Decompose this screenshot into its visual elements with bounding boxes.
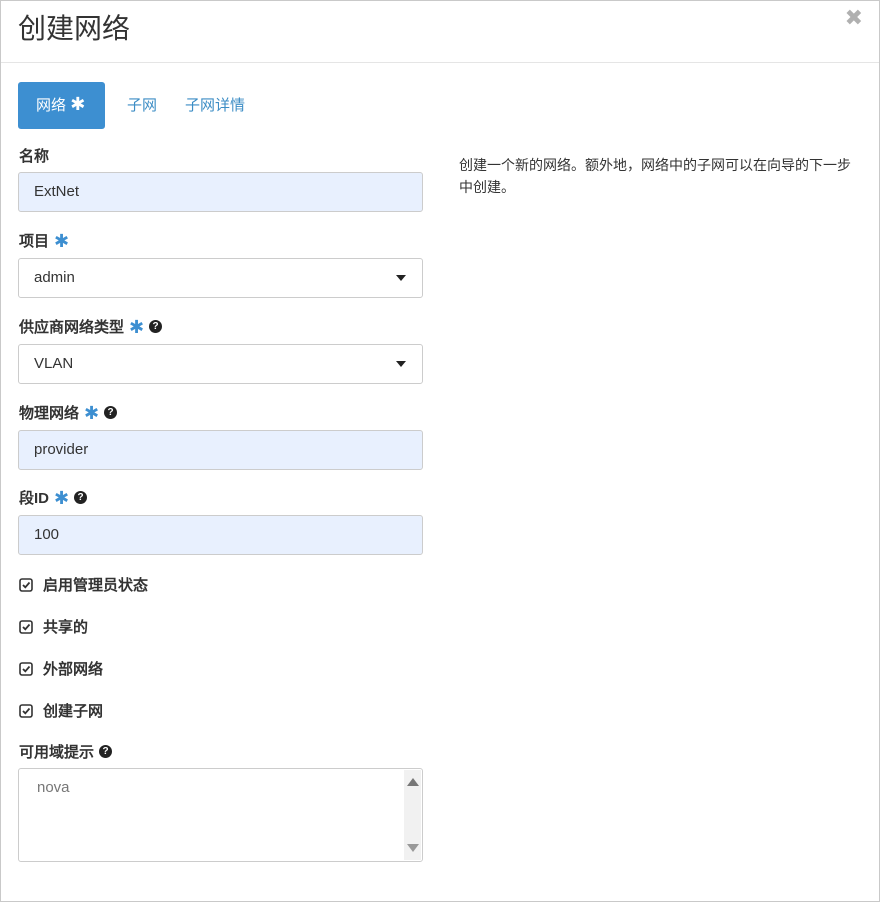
dialog-title: 创建网络	[18, 13, 131, 44]
segment-id-label-text: 段ID	[19, 490, 50, 507]
help-icon[interactable]: ?	[104, 406, 118, 419]
project-select[interactable]: admin	[18, 258, 423, 298]
physical-network-label: 物理网络 ✱ ?	[19, 402, 118, 423]
project-select-value: admin	[34, 269, 75, 286]
create-subnet-checkbox[interactable]: 创建子网	[19, 700, 103, 721]
help-icon[interactable]: ?	[149, 320, 163, 333]
dialog-header: 创建网络 ✖	[1, 1, 879, 63]
external-network-label: 外部网络	[43, 661, 104, 678]
checked-checkbox-icon	[19, 661, 33, 676]
scrollbar[interactable]	[404, 770, 421, 860]
name-label: 名称	[19, 145, 49, 166]
provider-type-select-value: VLAN	[34, 355, 74, 372]
provider-type-label: 供应商网络类型 ✱ ?	[19, 316, 163, 337]
checked-checkbox-icon	[19, 703, 33, 718]
az-hints-label: 可用域提示 ?	[19, 741, 113, 762]
help-description: 创建一个新的网络。额外地，网络中的子网可以在向导的下一步中创建。	[459, 157, 851, 195]
create-network-dialog: 创建网络 ✖ 网络 ✱ 子网 子网详情 名称 ExtNet 项目 ✱ admin…	[0, 0, 880, 902]
name-input[interactable]: ExtNet	[18, 172, 423, 212]
provider-type-label-text: 供应商网络类型	[19, 319, 125, 336]
create-subnet-label: 创建子网	[43, 703, 104, 720]
tab-subnet-details[interactable]: 子网详情	[167, 82, 245, 129]
required-icon: ✱	[70, 94, 86, 114]
name-label-text: 名称	[19, 148, 50, 165]
az-hints-option[interactable]: nova	[37, 779, 70, 796]
segment-id-label: 段ID ✱ ?	[19, 487, 88, 508]
physical-network-label-text: 物理网络	[19, 405, 80, 422]
wizard-tabs: 网络 ✱ 子网 子网详情	[18, 82, 245, 129]
tab-network-label: 网络	[36, 97, 67, 114]
help-icon[interactable]: ?	[99, 745, 113, 758]
scroll-down-icon[interactable]	[407, 844, 419, 852]
caret-down-icon	[396, 275, 406, 281]
provider-type-select[interactable]: VLAN	[18, 344, 423, 384]
admin-state-checkbox[interactable]: 启用管理员状态	[19, 574, 148, 595]
az-hints-list[interactable]: nova	[18, 768, 423, 862]
required-icon: ✱	[129, 316, 145, 337]
tab-network[interactable]: 网络 ✱	[18, 82, 105, 129]
external-network-checkbox[interactable]: 外部网络	[19, 658, 103, 679]
shared-label: 共享的	[43, 619, 89, 636]
checked-checkbox-icon	[19, 577, 33, 592]
az-hints-label-text: 可用域提示	[19, 744, 95, 761]
tab-subnet[interactable]: 子网	[105, 82, 167, 129]
checked-checkbox-icon	[19, 619, 33, 634]
physical-network-input[interactable]: provider	[18, 430, 423, 470]
required-icon: ✱	[54, 230, 70, 251]
project-label-text: 项目	[19, 233, 50, 250]
caret-down-icon	[396, 361, 406, 367]
scroll-up-icon[interactable]	[407, 778, 419, 786]
required-icon: ✱	[84, 402, 100, 423]
segment-id-input[interactable]: 100	[18, 515, 423, 555]
required-icon: ✱	[54, 487, 70, 508]
project-label: 项目 ✱	[19, 230, 69, 251]
close-icon[interactable]: ✖	[845, 5, 863, 31]
admin-state-label: 启用管理员状态	[43, 577, 149, 594]
help-icon[interactable]: ?	[74, 491, 88, 504]
shared-checkbox[interactable]: 共享的	[19, 616, 88, 637]
